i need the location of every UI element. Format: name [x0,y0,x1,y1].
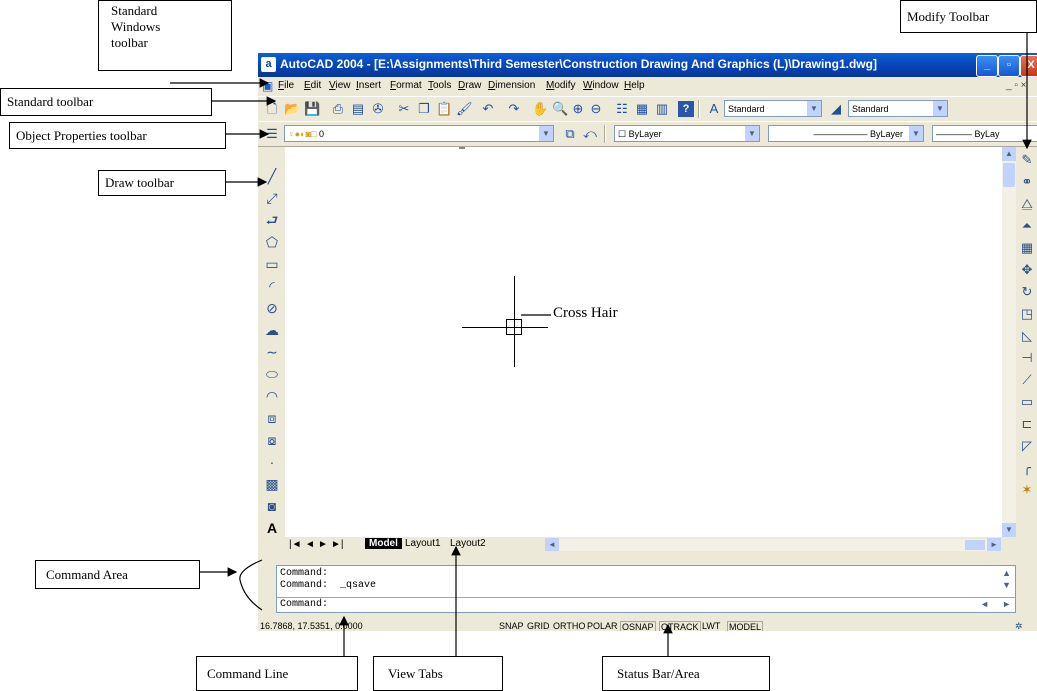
callout-modify-toolbar: Modify Toolbar [900,0,1037,33]
callout-command-area: Command Area [35,560,200,589]
callout-view-tabs: View Tabs [373,656,503,691]
callout-command-line: Command Line [196,656,358,691]
callout-standard-toolbar: Standard toolbar [0,88,212,116]
callout-status-bar: Status Bar/Area [602,656,770,691]
callout-standard-windows-toolbar: Standard Windows toolbar [98,0,232,71]
callout-draw-toolbar: Draw toolbar [98,170,226,196]
label-cross-hair: Cross Hair [553,305,618,321]
callout-object-properties-toolbar: Object Properties toolbar [9,122,226,149]
